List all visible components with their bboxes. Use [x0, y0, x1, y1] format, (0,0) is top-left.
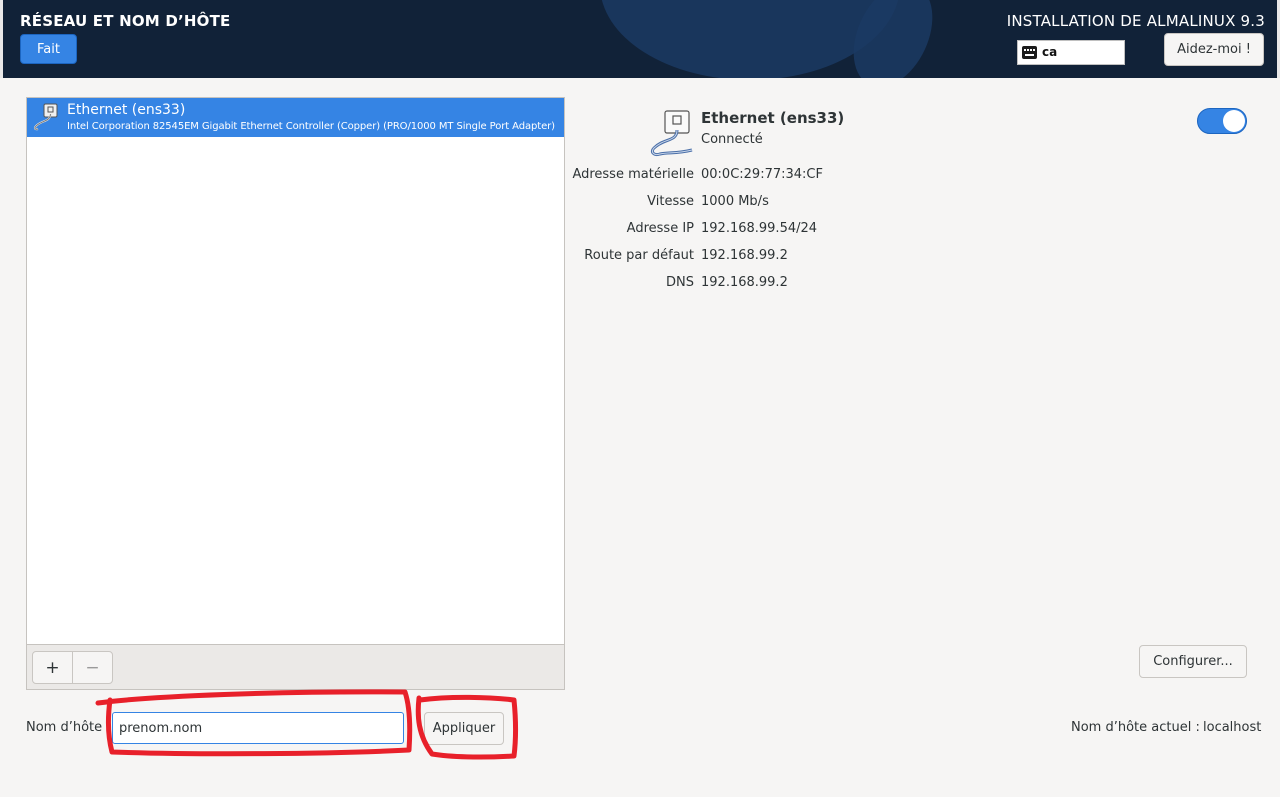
- device-description: Intel Corporation 82545EM Gigabit Ethern…: [67, 121, 555, 132]
- configure-button[interactable]: Configurer...: [1139, 645, 1247, 678]
- help-button[interactable]: Aidez-moi !: [1164, 33, 1264, 66]
- keyboard-layout-indicator[interactable]: ca: [1017, 40, 1125, 65]
- device-enable-toggle[interactable]: [1197, 108, 1247, 134]
- hardware-address-label: Adresse matérielle: [572, 167, 694, 182]
- dns-label: DNS: [666, 275, 694, 290]
- keyboard-layout-text: ca: [1042, 45, 1058, 59]
- device-list-toolbar: + −: [27, 644, 564, 689]
- default-route-value: 192.168.99.2: [701, 248, 788, 263]
- dns-value: 192.168.99.2: [701, 275, 788, 290]
- hostname-input[interactable]: [112, 712, 404, 744]
- device-name: Ethernet (ens33): [67, 102, 186, 118]
- current-hostname-label: Nom d’hôte actuel :: [1071, 720, 1200, 735]
- page-title: RÉSEAU ET NOM D’HÔTE: [20, 12, 231, 30]
- keyboard-icon: [1022, 46, 1037, 59]
- speed-label: Vitesse: [647, 194, 694, 209]
- device-list: Ethernet (ens33) Intel Corporation 82545…: [26, 97, 565, 690]
- ip-address-label: Adresse IP: [626, 221, 694, 236]
- apply-hostname-button[interactable]: Appliquer: [424, 712, 504, 745]
- product-title: INSTALLATION DE ALMALINUX 9.3: [1006, 12, 1265, 30]
- device-status: Connecté: [701, 132, 763, 147]
- current-hostname-value: localhost: [1203, 720, 1262, 735]
- header-bar: RÉSEAU ET NOM D’HÔTE Fait INSTALLATION D…: [0, 0, 1280, 78]
- ethernet-cable-icon: [33, 103, 58, 131]
- add-device-button[interactable]: +: [32, 651, 73, 684]
- device-detail-name: Ethernet (ens33): [701, 109, 845, 127]
- remove-device-button[interactable]: −: [72, 651, 113, 684]
- hostname-label: Nom d’hôte :: [26, 720, 111, 735]
- speed-value: 1000 Mb/s: [701, 194, 769, 209]
- toggle-knob: [1223, 110, 1245, 132]
- device-list-item[interactable]: Ethernet (ens33) Intel Corporation 82545…: [27, 98, 564, 137]
- ip-address-value: 192.168.99.54/24: [701, 221, 818, 236]
- ethernet-cable-icon: [650, 110, 693, 156]
- hardware-address-value: 00:0C:29:77:34:CF: [701, 167, 823, 182]
- done-button[interactable]: Fait: [20, 34, 77, 64]
- default-route-label: Route par défaut: [584, 248, 694, 263]
- header-edge-left: [0, 0, 3, 78]
